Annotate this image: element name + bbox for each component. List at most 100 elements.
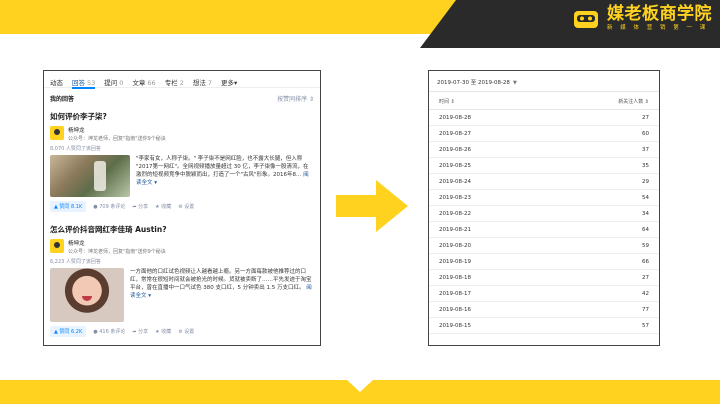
row-date: 2019-08-16 [439,306,471,313]
row-date: 2019-08-26 [439,146,471,153]
answer-content: "李家有女，人称子柒。" 李子柒不是网红脸，也不露大长腿，但入称 "2017第一… [50,155,314,197]
row-new-followers: 57 [642,322,649,329]
comment-button[interactable]: ● 709 条评论 [93,203,125,210]
row-new-followers: 34 [642,210,649,217]
tab-label: 想法 [192,79,206,87]
author-row: 杨坤龙 公众号：坤龙老师，回复"指南"送你9个秘诀 [50,239,314,255]
brand-logo: 媒老板商学院 新 媒 体 营 销 第 一 课 [571,6,712,32]
column-header-date[interactable]: 时间 ⇕ [439,98,455,105]
tab-3[interactable]: 文章 66 [132,77,155,87]
brand-logo-icon [574,10,598,28]
avatar[interactable] [50,126,64,140]
row-new-followers: 59 [642,242,649,249]
answer-thumbnail[interactable] [50,268,124,322]
tab-label: 专栏 [164,79,178,87]
table-row: 2019-08-25 35 [429,158,659,174]
answer-card: 怎么评价抖音网红李佳琦 Austin? 杨坤龙 公众号：坤龙老师，回复"指南"送… [44,218,320,343]
table-row: 2019-08-22 34 [429,206,659,222]
tab-6[interactable]: 更多▾ [221,77,237,87]
table-row: 2019-08-15 57 [429,318,659,334]
upvote-button[interactable]: ▲ 赞同 6.2K [50,326,87,337]
table-row: 2019-08-20 59 [429,238,659,254]
tab-5[interactable]: 想法 7 [193,77,212,87]
settings-button[interactable]: ⚙ 设置 [178,328,194,335]
row-new-followers: 64 [642,226,649,233]
date-range-selector[interactable]: 2019-07-30 至 2019-08-28 ▼ [429,71,659,92]
row-date: 2019-08-18 [439,274,471,281]
tab-count: 53 [87,79,96,87]
caret-down-icon: ▼ [512,80,517,86]
table-row: 2019-08-28 27 [429,110,659,126]
table-row: 2019-08-21 64 [429,222,659,238]
sort-dropdown[interactable]: 按赞同排序 ⇕ [277,94,314,103]
upvote-button[interactable]: ▲ 赞同 8.1K [50,201,87,212]
column-header-new-followers[interactable]: 新关注人数 ⇕ [618,98,649,105]
favorite-button[interactable]: ★ 收藏 [155,328,171,335]
profile-tabs: 动态 回答 53 提问 0 文章 66 专栏 2 想法 7 更多▾ [44,71,320,89]
row-new-followers: 37 [642,146,649,153]
answer-thumbnail[interactable] [50,155,130,197]
date-range-text: 2019-07-30 至 2019-08-28 [437,80,510,86]
stats-table-body: 2019-08-28 27 2019-08-27 60 2019-08-26 37 2019… [429,110,659,334]
row-date: 2019-08-21 [439,226,471,233]
answer-actions: ▲ 赞同 6.2K ● 416 条评论 ➦ 分享 ★ 收藏 ⚙ 设置 [50,322,314,343]
slide: 媒老板商学院 新 媒 体 营 销 第 一 课 动态 回答 53 提问 0 文章 66 专栏 2 想… [0,0,720,404]
row-new-followers: 35 [642,162,649,169]
row-new-followers: 60 [642,130,649,137]
share-button[interactable]: ➦ 分享 [132,328,148,335]
row-date: 2019-08-19 [439,258,471,265]
section-title: 我的回答 [50,96,75,103]
tab-0[interactable]: 动态 [50,77,63,87]
tab-4[interactable]: 专栏 2 [165,77,184,87]
answer-content: 一方面他的口红试色视频让人越看越上瘾。另一方面每款被他推荐过的口红，常常在很短时… [50,268,314,322]
tab-label: 文章 [132,79,146,87]
brand-subtitle: 新 媒 体 营 销 第 一 课 [607,25,709,31]
row-new-followers: 27 [642,114,649,121]
bottom-notch [347,380,373,392]
row-date: 2019-08-27 [439,130,471,137]
row-date: 2019-08-22 [439,210,471,217]
table-row: 2019-08-16 77 [429,302,659,318]
excerpt-text: 一方面他的口红试色视频让人越看越上瘾。另一方面每款被他推荐过的口红，常常在很短时… [130,269,312,291]
tab-count: 7 [207,79,212,87]
brand-title: 媒老板商学院 [607,4,712,24]
row-new-followers: 27 [642,274,649,281]
agree-count: 8,070 人赞同了该回答 [50,146,101,152]
favorite-button[interactable]: ★ 收藏 [155,203,171,210]
row-date: 2019-08-24 [439,178,471,185]
table-row: 2019-08-23 54 [429,190,659,206]
table-row: 2019-08-26 37 [429,142,659,158]
zhihu-answers-panel: 动态 回答 53 提问 0 文章 66 专栏 2 想法 7 更多▾ 我的回答 按赞同排序 ⇕ 如何评价… [43,70,321,346]
answer-excerpt: "李家有女，人称子柒。" 李子柒不是网红脸，也不露大长腿，但入称 "2017第一… [136,155,314,197]
answer-actions: ▲ 赞同 8.1K ● 709 条评论 ➦ 分享 ★ 收藏 ⚙ 设置 [50,197,314,218]
tab-count: 66 [147,79,156,87]
author-name[interactable]: 杨坤龙 [68,239,166,247]
share-button[interactable]: ➦ 分享 [132,203,148,210]
excerpt-text: "李家有女，人称子柒。" 李子柒不是网红脸，也不露大长腿，但入称 "2017第一… [136,156,309,178]
row-date: 2019-08-23 [439,194,471,201]
question-title[interactable]: 怎么评价抖音网红李佳琦 Austin? [50,224,314,235]
tab-label: 更多 [220,79,234,87]
tab-label: 回答 [72,79,85,87]
author-name[interactable]: 杨坤龙 [68,126,166,134]
answer-excerpt: 一方面他的口红试色视频让人越看越上瘾。另一方面每款被他推荐过的口红，常常在很短时… [130,268,314,322]
table-row: 2019-08-18 27 [429,270,659,286]
tab-2[interactable]: 提问 0 [104,77,123,87]
comment-button[interactable]: ● 416 条评论 [93,328,125,335]
settings-button[interactable]: ⚙ 设置 [178,203,194,210]
question-title[interactable]: 如何评价李子柒? [50,111,314,122]
tab-count: 2 [179,79,184,87]
table-header: 时间 ⇕ 新关注人数 ⇕ [429,92,659,110]
table-row: 2019-08-17 42 [429,286,659,302]
answer-card: 如何评价李子柒? 杨坤龙 公众号：坤龙老师，回复"指南"送你9个秘诀 8,070… [44,105,320,218]
tab-1[interactable]: 回答 53 [72,77,96,89]
row-date: 2019-08-17 [439,290,471,297]
avatar[interactable] [50,239,64,253]
row-date: 2019-08-15 [439,322,471,329]
follower-stats-panel: 2019-07-30 至 2019-08-28 ▼ 时间 ⇕ 新关注人数 ⇕ 20… [428,70,660,346]
table-row: 2019-08-24 29 [429,174,659,190]
row-new-followers: 77 [642,306,649,313]
row-date: 2019-08-25 [439,162,471,169]
row-new-followers: 66 [642,258,649,265]
brand-header: 媒老板商学院 新 媒 体 营 销 第 一 课 [420,0,720,48]
